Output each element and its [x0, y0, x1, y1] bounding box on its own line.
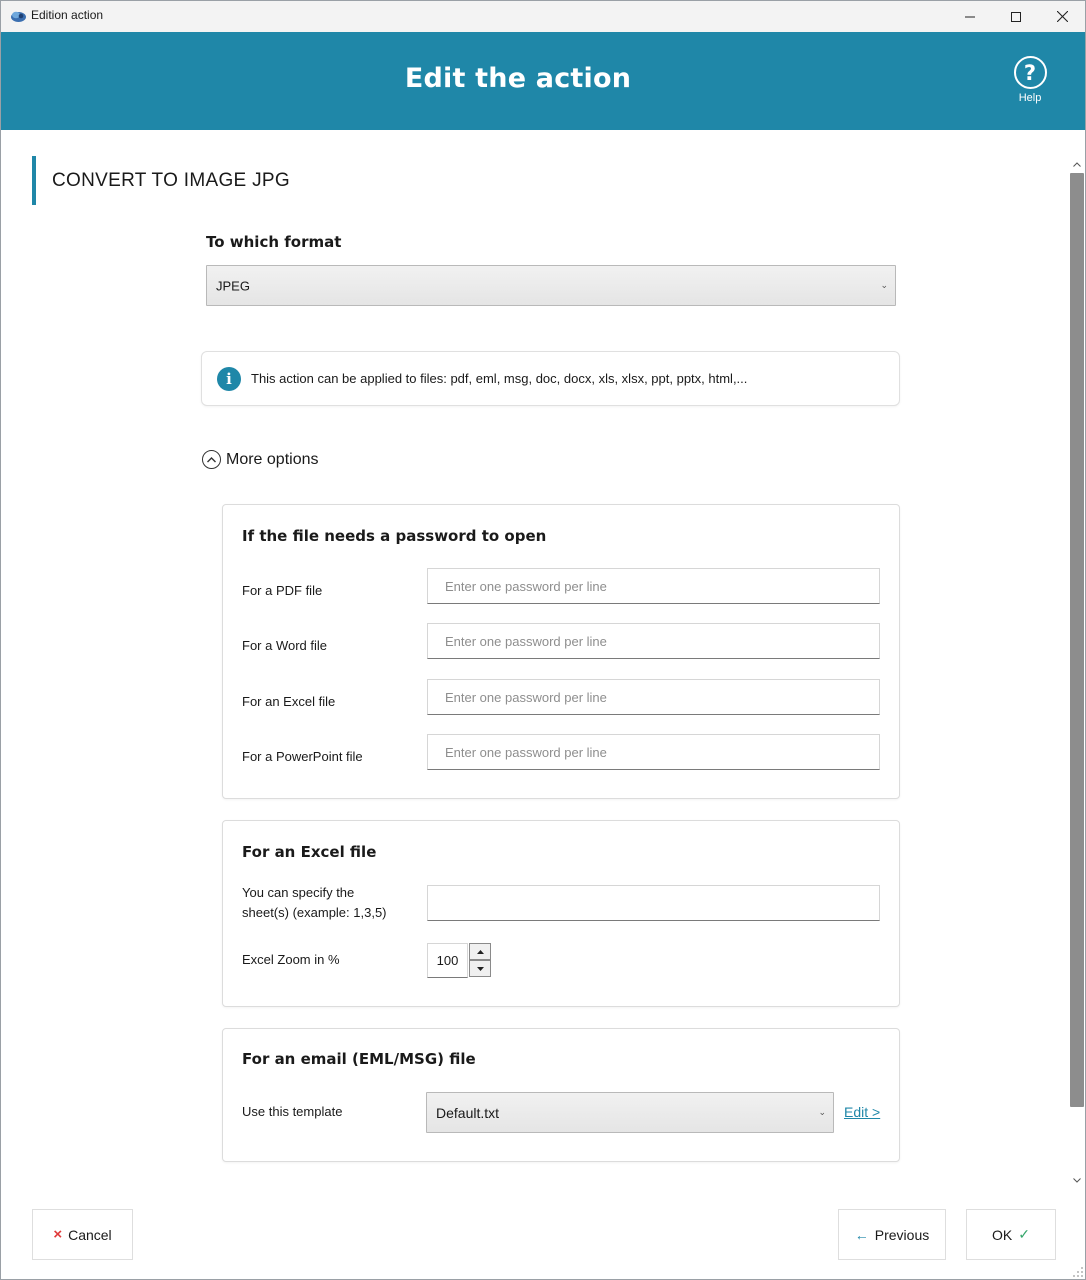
format-selected-value: JPEG — [216, 278, 250, 293]
triangle-down-icon — [476, 966, 484, 971]
excel-password-label: For an Excel file — [242, 694, 336, 709]
maximize-icon — [1011, 11, 1021, 22]
ok-button[interactable]: OK ✓ — [966, 1209, 1056, 1260]
pdf-password-input[interactable] — [427, 568, 880, 604]
section-accent-bar — [32, 156, 36, 205]
excel-group: For an Excel file You can specify the sh… — [222, 820, 900, 1007]
dialog-window: Edition action Edit the action ? Help CO… — [0, 0, 1086, 1280]
more-options-toggle[interactable]: More options — [202, 450, 319, 469]
sheets-label-line1: You can specify the — [242, 885, 355, 900]
password-group-title: If the file needs a password to open — [242, 527, 547, 545]
cancel-button[interactable]: × Cancel — [32, 1209, 133, 1260]
previous-label: Previous — [874, 1226, 930, 1243]
zoom-decrement-button[interactable] — [469, 960, 491, 977]
email-group-title: For an email (EML/MSG) file — [242, 1050, 476, 1068]
header-banner: Edit the action ? Help — [1, 32, 1085, 130]
checkmark-icon: ✓ — [1018, 1226, 1030, 1242]
arrow-left-icon: ← — [854, 1226, 869, 1243]
powerpoint-password-label: For a PowerPoint file — [242, 749, 363, 764]
scrollbar-thumb[interactable] — [1070, 173, 1084, 1107]
format-select[interactable]: JPEG ⌄ — [206, 265, 896, 306]
previous-button[interactable]: ← Previous — [838, 1209, 946, 1260]
word-password-input[interactable] — [427, 623, 880, 659]
zoom-increment-button[interactable] — [469, 943, 491, 960]
help-label: Help — [1018, 92, 1042, 104]
template-select[interactable]: Default.txt ⌄ — [426, 1092, 834, 1133]
triangle-up-icon — [476, 949, 484, 954]
password-group: If the file needs a password to open For… — [222, 504, 900, 799]
minimize-icon — [965, 16, 975, 17]
window-title: Edition action — [31, 8, 104, 22]
info-box: i This action can be applied to files: p… — [201, 351, 900, 406]
info-text: This action can be applied to files: pdf… — [251, 371, 748, 386]
chevron-down-icon: ⌄ — [818, 1107, 826, 1118]
maximize-button[interactable] — [993, 1, 1039, 32]
chevron-up-icon — [1073, 161, 1081, 167]
excel-group-title: For an Excel file — [242, 843, 377, 861]
more-options-label: More options — [226, 450, 319, 468]
ok-label: OK — [992, 1226, 1013, 1243]
edit-template-link[interactable]: Edit > — [844, 1104, 880, 1120]
chevron-down-icon — [1073, 1177, 1081, 1183]
pdf-password-label: For a PDF file — [242, 583, 323, 598]
title-bar: Edition action — [1, 1, 1085, 32]
collapse-up-icon — [202, 450, 221, 469]
email-group: For an email (EML/MSG) file Use this tem… — [222, 1028, 900, 1162]
help-button[interactable]: ? Help — [1009, 56, 1051, 104]
template-label: Use this template — [242, 1104, 343, 1119]
scroll-up-arrow[interactable] — [1069, 157, 1085, 171]
minimize-button[interactable] — [947, 1, 993, 32]
page-title: Edit the action — [404, 63, 632, 94]
close-icon — [1056, 11, 1068, 22]
sheets-label-line2: sheet(s) (example: 1,3,5) — [242, 905, 387, 920]
word-password-label: For a Word file — [242, 638, 328, 653]
info-icon: i — [217, 367, 241, 391]
zoom-label: Excel Zoom in % — [242, 952, 340, 967]
chevron-down-icon: ⌄ — [880, 280, 888, 291]
zoom-input[interactable]: 100 — [427, 943, 468, 978]
close-button[interactable] — [1039, 1, 1085, 32]
help-icon: ? — [1013, 56, 1047, 89]
powerpoint-password-input[interactable] — [427, 734, 880, 770]
template-selected-value: Default.txt — [436, 1104, 500, 1121]
scroll-down-arrow[interactable] — [1069, 1173, 1085, 1187]
excel-password-input[interactable] — [427, 679, 880, 715]
section-title: CONVERT TO IMAGE JPG — [52, 170, 290, 191]
format-label: To which format — [206, 233, 342, 251]
close-icon: × — [53, 1226, 63, 1243]
app-logo-icon — [11, 11, 26, 22]
sheets-input[interactable] — [427, 885, 880, 921]
resize-grip-icon[interactable] — [1073, 1267, 1084, 1278]
cancel-label: Cancel — [68, 1226, 112, 1243]
